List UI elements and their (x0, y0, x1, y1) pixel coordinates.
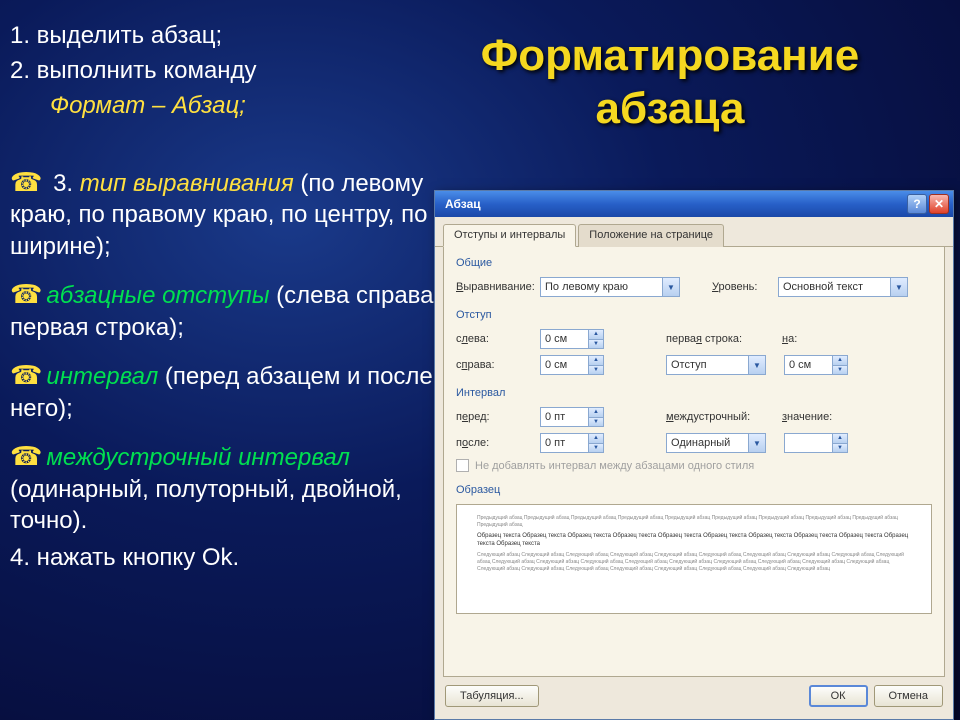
step-4: 4. нажать кнопку Ok. (10, 542, 450, 573)
titlebar[interactable]: Абзац ? ✕ (435, 191, 953, 217)
tab-page-position[interactable]: Положение на странице (578, 224, 724, 247)
step3-prefix: 3. (53, 170, 80, 197)
label-level: Уровень: (712, 281, 772, 293)
preview-main-text: Образец текста Образец текста Образец те… (477, 532, 911, 549)
spin-up-icon[interactable]: ▲ (588, 434, 603, 444)
label-line-spacing: междустрочный: (666, 411, 776, 423)
spin-down-icon[interactable]: ▼ (588, 340, 603, 349)
checkbox-icon[interactable] (456, 459, 469, 472)
close-button[interactable]: ✕ (929, 194, 949, 214)
first-line-by-spinner[interactable]: 0 см ▲▼ (784, 355, 848, 375)
alignment-value: По левому краю (545, 281, 628, 293)
tab-indents-spacing[interactable]: Отступы и интервалы (443, 224, 576, 247)
slide-title: Форматирование абзаца (430, 30, 910, 136)
tab1-label: Отступы и интервалы (454, 229, 565, 241)
phone-icon: ☎ (10, 279, 42, 309)
chevron-down-icon[interactable]: ▼ (748, 356, 765, 374)
label-left: слева: (456, 333, 534, 345)
group-preview-title: Образец (456, 484, 932, 496)
spin-up-icon[interactable]: ▲ (588, 356, 603, 366)
first-line-combo[interactable]: Отступ ▼ (666, 355, 766, 375)
checkbox-label: Не добавлять интервал между абзацами одн… (475, 460, 754, 472)
slide-text: 1. выделить абзац; 2. выполнить команду … (10, 20, 450, 577)
level-combo[interactable]: Основной текст ▼ (778, 277, 908, 297)
overlap-text: 3. тип выравнивания (по левому краю, по … (10, 170, 427, 260)
space-before-value: 0 пт (545, 411, 565, 423)
preview-box: Предыдущий абзац Предыдущий абзац Предыд… (456, 504, 932, 614)
line-spacing-combo[interactable]: Одинарный ▼ (666, 433, 766, 453)
spin-down-icon[interactable]: ▼ (588, 366, 603, 375)
space-before-spinner[interactable]: 0 пт ▲▼ (540, 407, 604, 427)
tabs-button-label: Табуляция... (460, 690, 524, 702)
group-preview: Образец Предыдущий абзац Предыдущий абза… (456, 484, 932, 614)
tab2-label: Положение на странице (589, 229, 713, 241)
group-general: Общие Выравнивание: По левому краю ▼ Уро… (456, 257, 932, 297)
tabs-button[interactable]: Табуляция... (445, 685, 539, 707)
menu-path: Формат – Абзац; (50, 90, 450, 121)
no-space-same-style-row[interactable]: Не добавлять интервал между абзацами одн… (456, 459, 932, 472)
phone-icon: ☎ (10, 360, 42, 390)
spin-up-icon[interactable]: ▲ (588, 408, 603, 418)
em-line-spacing: междустрочный интервал (46, 444, 350, 471)
paragraph-dialog: Абзац ? ✕ Отступы и интервалы Положение … (434, 190, 954, 720)
preview-before-text: Предыдущий абзац Предыдущий абзац Предыд… (477, 515, 911, 529)
spin-down-icon[interactable]: ▼ (588, 418, 603, 427)
phone-icon: ☎ (10, 167, 42, 197)
label-first-line: первая строка: (666, 333, 776, 345)
group-general-title: Общие (456, 257, 932, 269)
label-right: справа: (456, 359, 534, 371)
spin-down-icon[interactable]: ▼ (832, 444, 847, 453)
indent-left-value: 0 см (545, 333, 567, 345)
indent-left-spinner[interactable]: 0 см ▲▼ (540, 329, 604, 349)
group-indent: Отступ слева: 0 см ▲▼ первая строка: на:… (456, 309, 932, 375)
group-spacing: Интервал перед: 0 пт ▲▼ междустрочный: з… (456, 387, 932, 472)
preview-after-text: Следующий абзац Следующий абзац Следующи… (477, 552, 911, 573)
first-line-by-value: 0 см (789, 359, 811, 371)
b4-rest: (одинарный, полуторный, двойной, точно). (10, 474, 450, 536)
spin-down-icon[interactable]: ▼ (588, 444, 603, 453)
bullet-4: ☎междустрочный интервал (одинарный, полу… (10, 440, 450, 536)
ok-button-label: ОК (831, 690, 846, 702)
label-after: после: (456, 437, 534, 449)
space-after-value: 0 пт (545, 437, 565, 449)
label-before: перед: (456, 411, 534, 423)
bullet-3: ☎интервал (перед абзацем и после него); (10, 359, 450, 424)
em-indents: абзацные отступы (46, 282, 269, 309)
indent-right-value: 0 см (545, 359, 567, 371)
cancel-button[interactable]: Отмена (874, 685, 943, 707)
indent-right-spinner[interactable]: 0 см ▲▼ (540, 355, 604, 375)
spin-up-icon[interactable]: ▲ (832, 356, 847, 366)
chevron-down-icon[interactable]: ▼ (748, 434, 765, 452)
button-bar: Табуляция... ОК Отмена (435, 685, 953, 715)
chevron-down-icon[interactable]: ▼ (662, 278, 679, 296)
group-indent-title: Отступ (456, 309, 932, 321)
phone-icon: ☎ (10, 441, 42, 471)
label-by: на: (782, 333, 822, 345)
level-value: Основной текст (783, 281, 863, 293)
dialog-title: Абзац (439, 197, 905, 211)
ok-button[interactable]: ОК (809, 685, 868, 707)
alignment-combo[interactable]: По левому краю ▼ (540, 277, 680, 297)
em-alignment: тип выравнивания (80, 170, 294, 197)
chevron-down-icon[interactable]: ▼ (890, 278, 907, 296)
spin-up-icon[interactable]: ▲ (588, 330, 603, 340)
group-spacing-title: Интервал (456, 387, 932, 399)
overlap-row: ☎ 3. тип выравнивания (по левому краю, п… (10, 166, 450, 262)
spin-up-icon[interactable]: ▲ (832, 434, 847, 444)
spin-down-icon[interactable]: ▼ (832, 366, 847, 375)
label-value: значение: (782, 411, 837, 423)
line-spacing-value-spinner[interactable]: ▲▼ (784, 433, 848, 453)
space-after-spinner[interactable]: 0 пт ▲▼ (540, 433, 604, 453)
cancel-button-label: Отмена (889, 690, 928, 702)
bullet-2: ☎абзацные отступы (слева справа, первая … (10, 278, 450, 343)
first-line-value: Отступ (671, 359, 707, 371)
tabs: Отступы и интервалы Положение на страниц… (435, 217, 953, 247)
em-interval: интервал (46, 363, 158, 390)
label-alignment: Выравнивание: (456, 281, 534, 293)
line-spacing-value: Одинарный (671, 437, 730, 449)
tab-body: Общие Выравнивание: По левому краю ▼ Уро… (443, 247, 945, 677)
step-1: 1. выделить абзац; (10, 20, 450, 51)
step-2: 2. выполнить команду (10, 55, 450, 86)
help-button[interactable]: ? (907, 194, 927, 214)
